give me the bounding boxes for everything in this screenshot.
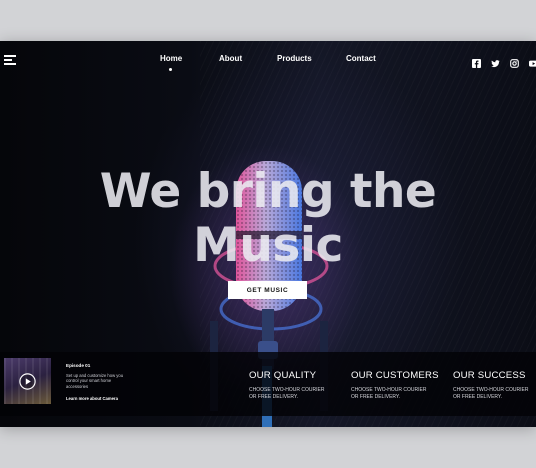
hero-section: Home About Products Contact We bring the…: [0, 41, 536, 427]
info-bar: Episode 01 Set up and customize how you …: [0, 352, 536, 416]
facebook-icon[interactable]: [472, 55, 481, 68]
stat-title: OUR CUSTOMERS: [351, 370, 439, 381]
stat-quality: OUR QUALITY CHOOSE TWO-HOUR COURIER OR FR…: [249, 370, 349, 401]
episode-description: Set up and customize how you control you…: [66, 373, 124, 389]
hero-heading-line-1: We bring the: [99, 164, 437, 219]
nav-home-link[interactable]: Home: [160, 54, 182, 63]
episode-learn-more-link[interactable]: Learn more about Camera: [66, 396, 118, 401]
stat-text-line-1: CHOOSE TWO-HOUR COURIER: [249, 387, 325, 393]
get-music-button[interactable]: GET MUSIC: [228, 281, 307, 299]
active-nav-indicator: [169, 68, 172, 71]
hero-heading-line-2: Music: [193, 218, 343, 273]
episode-title: Episode 01: [66, 363, 91, 368]
stat-success: OUR SUCCESS CHOOSE TWO-HOUR COURIER OR FR…: [453, 370, 536, 401]
stat-text-line-2: OR FREE DELIVERY.: [351, 394, 400, 400]
youtube-icon[interactable]: [529, 55, 536, 67]
instagram-icon[interactable]: [510, 55, 519, 68]
play-icon[interactable]: [19, 373, 36, 390]
main-navigation: Home About Products Contact: [0, 54, 536, 74]
twitter-icon[interactable]: [491, 55, 500, 68]
stat-text-line-2: OR FREE DELIVERY.: [249, 394, 298, 400]
stat-customers: OUR CUSTOMERS CHOOSE TWO-HOUR COURIER OR …: [351, 370, 451, 401]
stat-text-line-1: CHOOSE TWO-HOUR COURIER: [453, 387, 529, 393]
stat-title: OUR SUCCESS: [453, 370, 526, 381]
hero-heading: We bring the Music: [0, 165, 536, 273]
nav-products-link[interactable]: Products: [277, 54, 312, 63]
nav-contact-link[interactable]: Contact: [346, 54, 376, 63]
stat-title: OUR QUALITY: [249, 370, 317, 381]
stat-text-line-2: OR FREE DELIVERY.: [453, 394, 502, 400]
episode-video-thumbnail[interactable]: [4, 358, 51, 404]
stat-text-line-1: CHOOSE TWO-HOUR COURIER: [351, 387, 427, 393]
nav-about-link[interactable]: About: [219, 54, 242, 63]
